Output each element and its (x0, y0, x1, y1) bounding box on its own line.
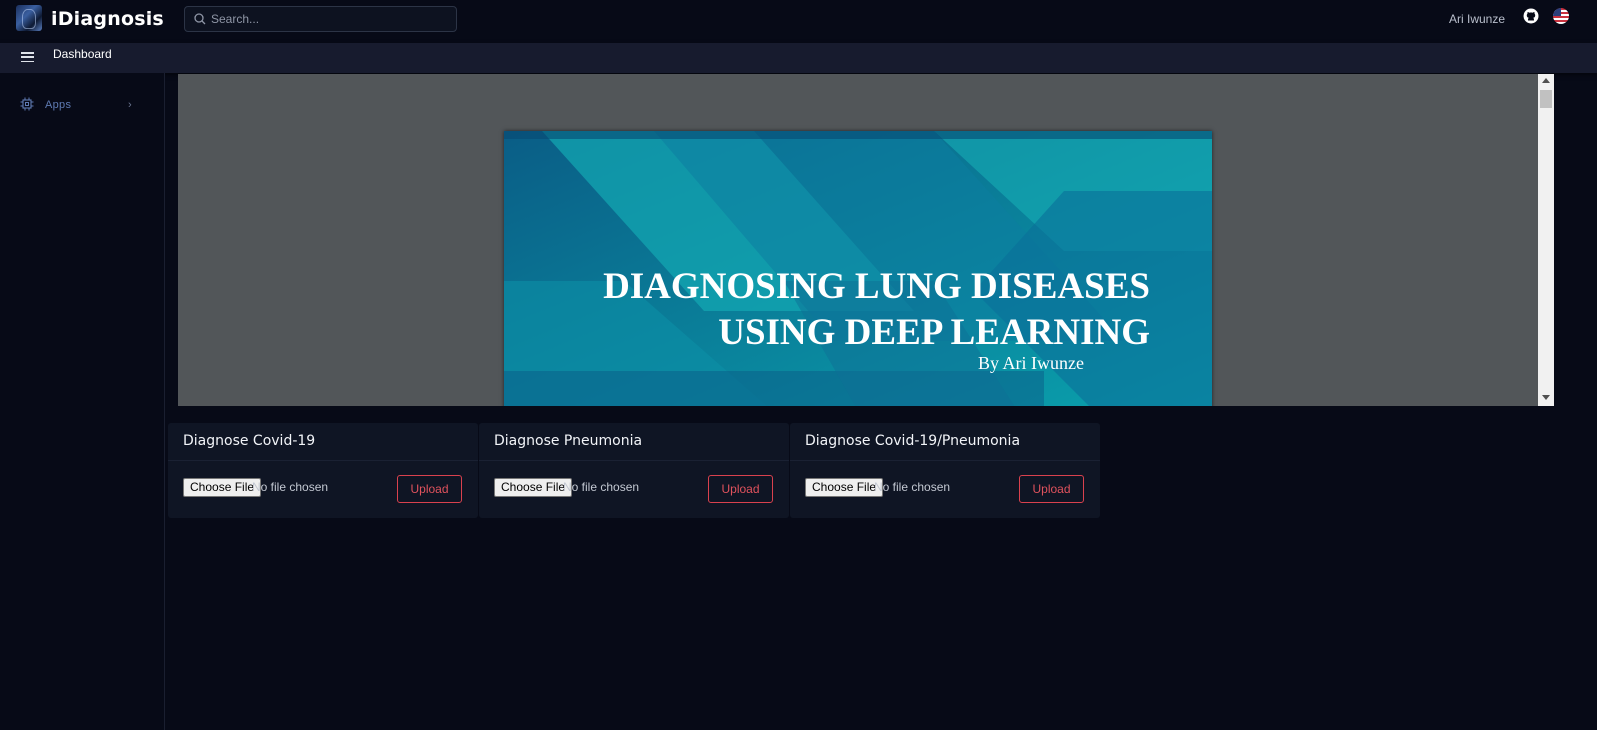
card-divider (479, 460, 789, 461)
diagnose-pneumonia-card: Diagnose Pneumonia Choose File No file c… (479, 423, 789, 518)
file-status-text: No file chosen (252, 480, 329, 494)
card-divider (790, 460, 1100, 461)
scroll-up-arrow-icon[interactable] (1542, 78, 1550, 83)
sidebar-item-label: Apps (45, 99, 72, 111)
github-icon[interactable] (1523, 8, 1539, 24)
choose-file-button[interactable]: Choose File (494, 478, 573, 497)
top-navbar: iDiagnosis Ari Iwunze (0, 0, 1597, 38)
upload-button[interactable]: Upload (1019, 475, 1084, 503)
upload-button[interactable]: Upload (397, 475, 462, 503)
choose-file-button[interactable]: Choose File (183, 478, 262, 497)
search-input[interactable] (211, 10, 451, 28)
chevron-right-icon: › (128, 99, 132, 111)
viewer-scrollbar[interactable] (1538, 74, 1554, 406)
card-title: Diagnose Covid-19 (183, 433, 316, 449)
diagnose-covid-pneumonia-card: Diagnose Covid-19/Pneumonia Choose File … (790, 423, 1100, 518)
breadcrumb-dashboard[interactable]: Dashboard (53, 47, 112, 61)
brand-name[interactable]: iDiagnosis (51, 8, 164, 30)
card-divider (168, 460, 478, 461)
user-name[interactable]: Ari Iwunze (1449, 12, 1505, 26)
card-title: Diagnose Covid-19/Pneumonia (805, 433, 1021, 449)
upload-button[interactable]: Upload (708, 475, 773, 503)
chip-icon (20, 97, 34, 111)
hamburger-menu-icon[interactable] (21, 52, 34, 63)
file-status-text: No file chosen (874, 480, 951, 494)
search-icon (194, 13, 206, 25)
choose-file-button[interactable]: Choose File (805, 478, 884, 497)
scroll-down-arrow-icon[interactable] (1542, 395, 1550, 400)
diagnose-covid-card: Diagnose Covid-19 Choose File No file ch… (168, 423, 478, 518)
slide-author: By Ari Iwunze (978, 353, 1084, 373)
scroll-thumb[interactable] (1540, 90, 1552, 108)
slide-title-line-2: USING DEEP LEARNING (718, 312, 1150, 353)
pdf-viewer[interactable]: DIAGNOSING LUNG DISEASES USING DEEP LEAR… (178, 74, 1554, 406)
search-box[interactable] (184, 6, 457, 32)
sidebar-item-apps[interactable]: Apps › (0, 93, 164, 117)
logo-icon[interactable] (16, 5, 42, 31)
card-title: Diagnose Pneumonia (494, 433, 643, 449)
sidebar: Apps › (0, 73, 165, 730)
us-flag-icon[interactable] (1553, 8, 1569, 24)
slide-title-line-1: DIAGNOSING LUNG DISEASES (603, 266, 1150, 307)
presentation-slide: DIAGNOSING LUNG DISEASES USING DEEP LEAR… (504, 131, 1212, 406)
breadcrumb-bar: Dashboard (0, 43, 1597, 73)
file-status-text: No file chosen (563, 480, 640, 494)
slide-title: DIAGNOSING LUNG DISEASES USING DEEP LEAR… (504, 264, 1150, 356)
